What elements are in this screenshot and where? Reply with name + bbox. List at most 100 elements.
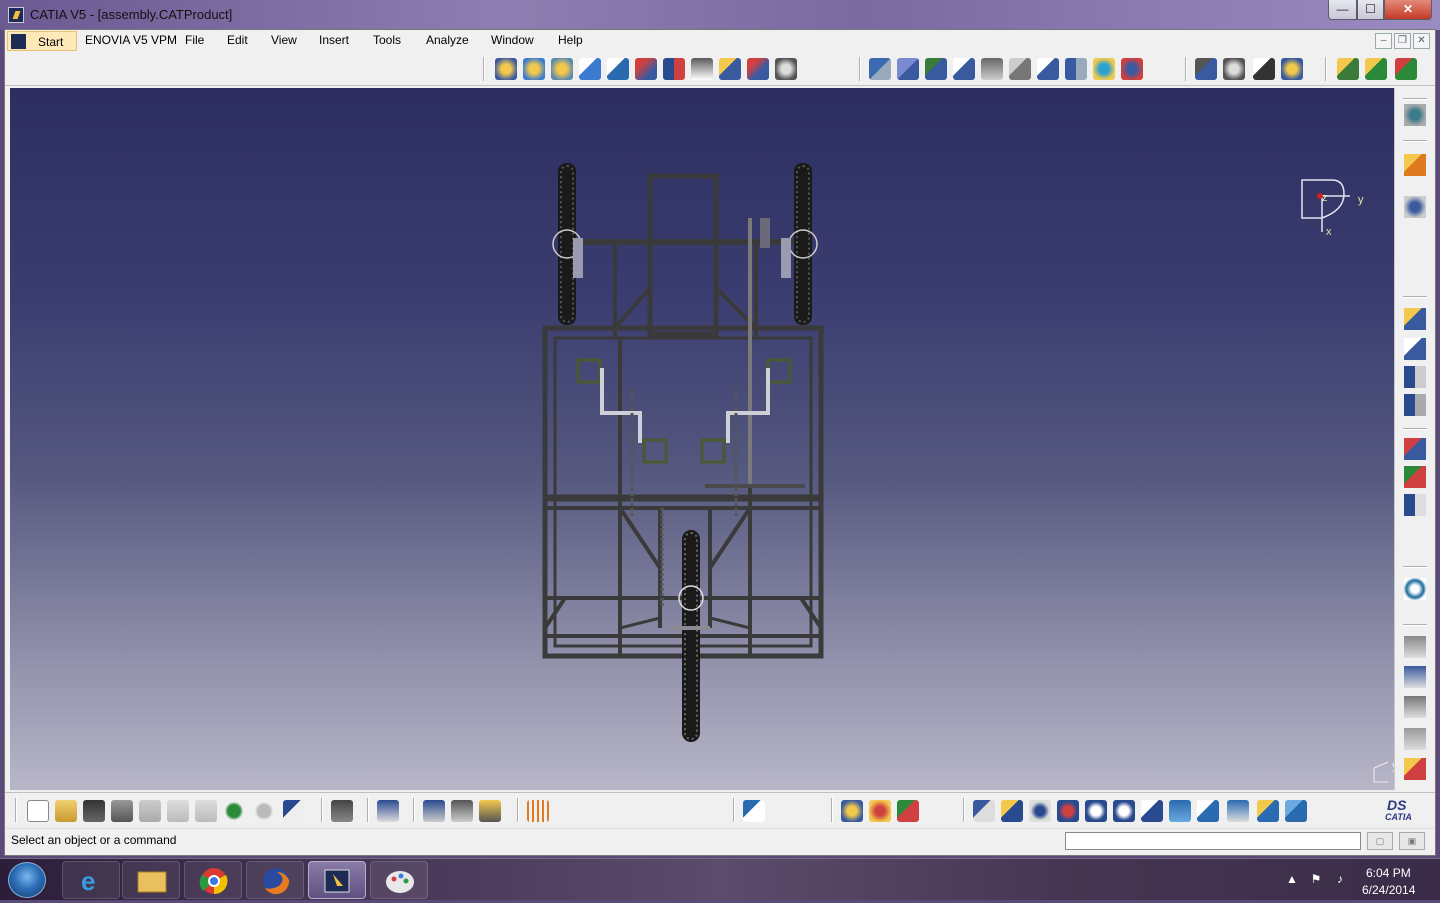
catia-icon[interactable] xyxy=(308,861,366,899)
windows-start-button[interactable] xyxy=(8,862,46,898)
contact-constraint-icon[interactable] xyxy=(1037,58,1059,80)
weld-icon[interactable] xyxy=(1404,636,1426,658)
existing-component-icon[interactable] xyxy=(607,58,629,80)
swap-visible-space-icon[interactable] xyxy=(1285,800,1307,822)
catia-app-icon[interactable] xyxy=(8,7,24,23)
paste-icon[interactable] xyxy=(195,800,217,822)
redo-icon[interactable] xyxy=(253,800,275,822)
coincidence-constraint-icon[interactable] xyxy=(1009,58,1031,80)
whats-this-icon[interactable] xyxy=(283,800,305,822)
volume-icon[interactable]: ♪ xyxy=(1332,872,1348,888)
document-minimize-button[interactable]: – xyxy=(1375,33,1392,49)
insert-component-icon[interactable] xyxy=(523,58,545,80)
sectioning-icon[interactable] xyxy=(1223,58,1245,80)
multi-view-icon[interactable] xyxy=(1169,800,1191,822)
clash-analysis-icon[interactable] xyxy=(1195,58,1217,80)
grid-snap-icon[interactable] xyxy=(527,800,549,822)
menu-edit[interactable]: Edit xyxy=(227,33,248,47)
menu-tools[interactable]: Tools xyxy=(373,33,401,47)
firefox-icon[interactable] xyxy=(246,861,304,899)
apply-material-icon[interactable] xyxy=(841,800,863,822)
replace-component-icon[interactable] xyxy=(635,58,657,80)
enhanced-scene-icon[interactable] xyxy=(1404,494,1426,516)
hole-feature-icon[interactable] xyxy=(1395,58,1417,80)
realistic-view-icon[interactable] xyxy=(897,800,919,822)
menu-insert[interactable]: Insert xyxy=(319,33,349,47)
graph-tree-reordering-icon[interactable] xyxy=(663,58,685,80)
multi-instantiation-icon[interactable] xyxy=(775,58,797,80)
scene-icon[interactable] xyxy=(1404,466,1426,488)
file-explorer-icon[interactable] xyxy=(122,861,180,899)
smart-move-icon[interactable] xyxy=(925,58,947,80)
new-product-icon[interactable] xyxy=(1404,338,1426,360)
menu-view[interactable]: View xyxy=(271,33,297,47)
render-icon[interactable] xyxy=(869,800,891,822)
product-structure-icon[interactable] xyxy=(495,58,517,80)
cut-icon[interactable] xyxy=(139,800,161,822)
assembly-feature-icon[interactable] xyxy=(1337,58,1359,80)
catalog-icon[interactable] xyxy=(377,800,399,822)
fix-component-icon[interactable] xyxy=(1121,58,1143,80)
copy-icon[interactable] xyxy=(167,800,189,822)
start-menu-button[interactable]: Start xyxy=(7,31,77,51)
split-feature-icon[interactable] xyxy=(1365,58,1387,80)
stop-manipulate-on-clash-icon[interactable] xyxy=(981,58,1003,80)
3d-annotation-icon[interactable] xyxy=(1404,758,1426,780)
paint-icon[interactable] xyxy=(370,861,428,899)
hide-show-icon[interactable] xyxy=(1257,800,1279,822)
explode-icon[interactable] xyxy=(953,58,975,80)
maximize-button[interactable]: ☐ xyxy=(1357,0,1384,20)
normal-view-icon[interactable] xyxy=(1141,800,1163,822)
internet-explorer-icon[interactable]: e xyxy=(62,861,120,899)
3d-viewport[interactable]: z y x x y xyxy=(10,88,1394,790)
new-component-icon[interactable] xyxy=(1404,308,1426,330)
catalog-browser-icon[interactable] xyxy=(1404,104,1426,126)
measure-item-icon[interactable] xyxy=(451,800,473,822)
shading-icon[interactable] xyxy=(1227,800,1249,822)
menu-help[interactable]: Help xyxy=(558,33,583,47)
print-icon[interactable] xyxy=(111,800,133,822)
capture-icon[interactable] xyxy=(331,800,353,822)
select-icon[interactable] xyxy=(1404,154,1426,176)
menu-enovia[interactable]: ENOVIA V5 VPM xyxy=(85,33,177,47)
command-history-button[interactable]: ▢ xyxy=(1367,832,1393,850)
measure-between-icon[interactable] xyxy=(423,800,445,822)
publication-icon[interactable] xyxy=(1404,438,1426,460)
bill-of-material-icon[interactable] xyxy=(1404,366,1426,388)
new-file-icon[interactable] xyxy=(27,800,49,822)
insert-part-icon[interactable] xyxy=(579,58,601,80)
menu-file[interactable]: File xyxy=(185,33,204,47)
zoom-out-icon[interactable] xyxy=(1113,800,1135,822)
text-annotation-icon[interactable] xyxy=(1404,666,1426,688)
command-cancel-button[interactable]: ▣ xyxy=(1399,832,1425,850)
measure-inertia-icon[interactable] xyxy=(479,800,501,822)
menu-analyze[interactable]: Analyze xyxy=(426,33,469,47)
manage-representations-icon[interactable] xyxy=(747,58,769,80)
pan-icon[interactable] xyxy=(1029,800,1051,822)
manipulation-icon[interactable] xyxy=(869,58,891,80)
clock-time[interactable]: 6:04 PM xyxy=(1366,866,1411,880)
insert-product-icon[interactable] xyxy=(551,58,573,80)
action-center-flag-icon[interactable]: ⚑ xyxy=(1308,872,1324,888)
menu-window[interactable]: Window xyxy=(491,33,534,47)
open-folder-icon[interactable] xyxy=(55,800,77,822)
fly-mode-icon[interactable] xyxy=(973,800,995,822)
close-button[interactable]: ✕ xyxy=(1384,0,1432,20)
save-icon[interactable] xyxy=(83,800,105,822)
isometric-view-icon[interactable] xyxy=(1197,800,1219,822)
generate-numbering-icon[interactable] xyxy=(691,58,713,80)
show-hidden-icons-icon[interactable]: ▲ xyxy=(1284,872,1300,888)
knowledge-icon[interactable] xyxy=(743,800,765,822)
chrome-icon[interactable] xyxy=(184,861,242,899)
fit-all-icon[interactable] xyxy=(1001,800,1023,822)
assembly-model[interactable] xyxy=(10,88,1394,790)
tree-reorder-icon[interactable] xyxy=(1404,394,1426,416)
document-restore-button[interactable]: ❐ xyxy=(1394,33,1411,49)
update-icon[interactable] xyxy=(1404,578,1426,600)
command-input[interactable] xyxy=(1065,832,1361,850)
measure-icon[interactable] xyxy=(1281,58,1303,80)
minimize-button[interactable]: — xyxy=(1328,0,1357,20)
zoom-in-icon[interactable] xyxy=(1085,800,1107,822)
distance-analysis-icon[interactable] xyxy=(1253,58,1275,80)
document-close-button[interactable]: ✕ xyxy=(1413,33,1430,49)
